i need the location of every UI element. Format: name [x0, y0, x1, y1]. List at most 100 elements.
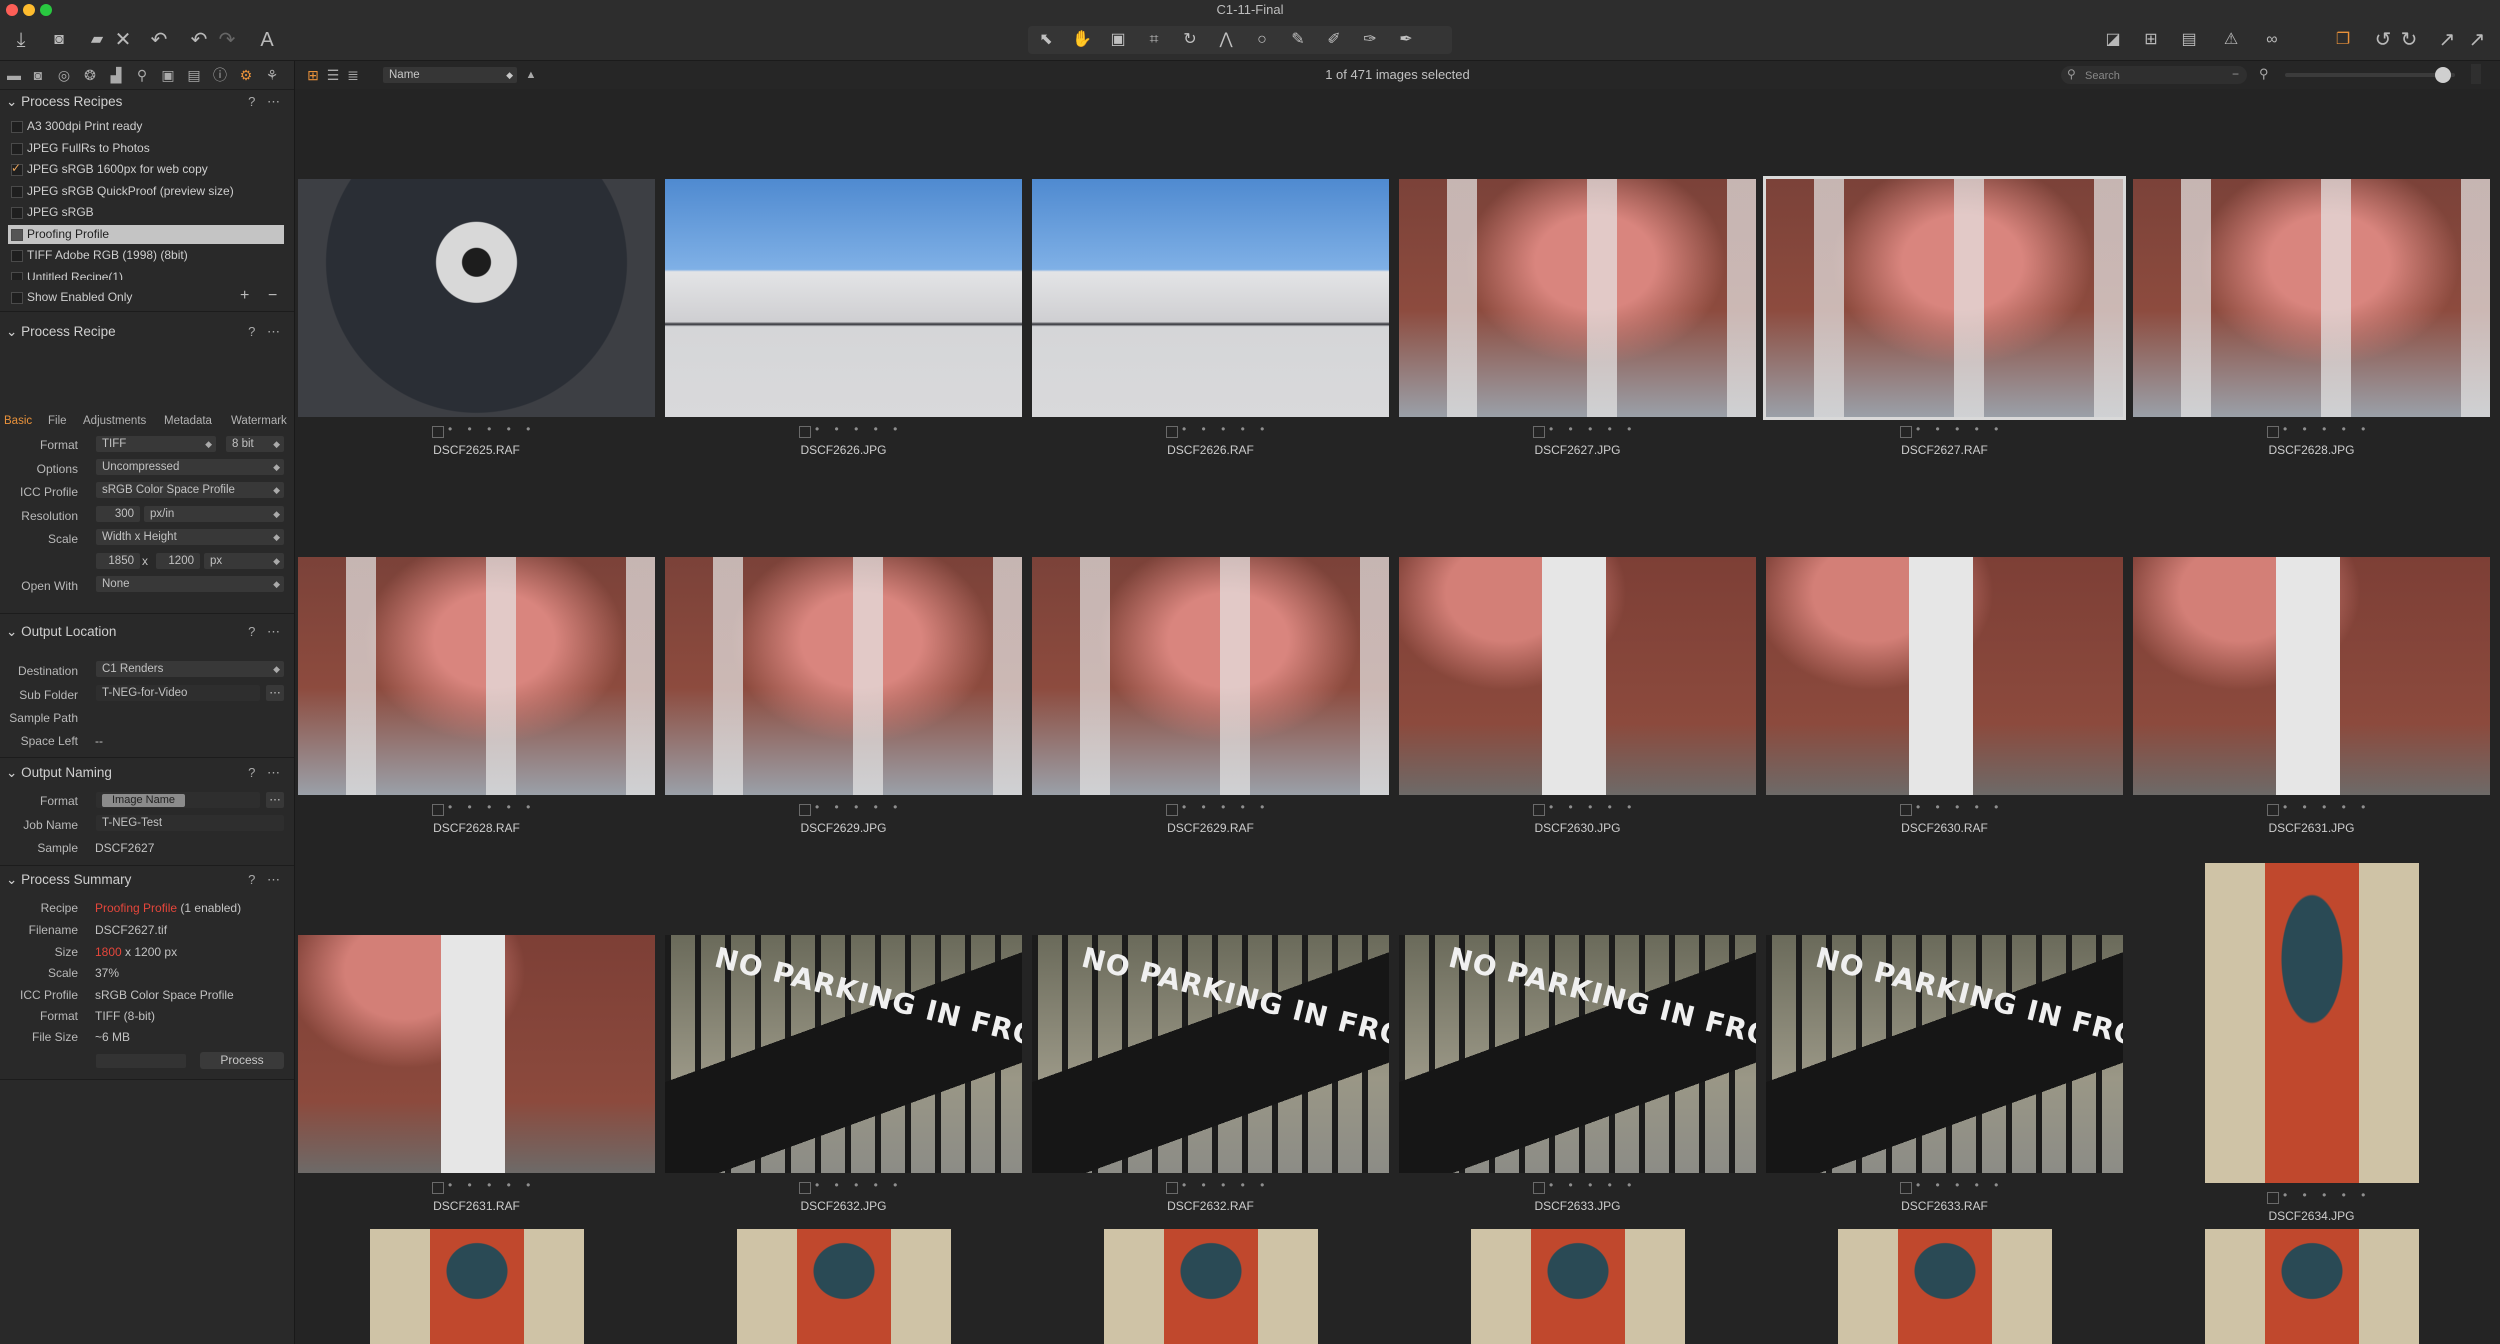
- star-rating[interactable]: • • • • •: [448, 800, 536, 814]
- recipe-checkbox[interactable]: [11, 271, 23, 280]
- glasses-icon[interactable]: ∞: [2256, 28, 2288, 52]
- reset-icon[interactable]: ↺: [2372, 28, 2394, 52]
- thumbnail-image[interactable]: [1032, 179, 1389, 417]
- icc-profile-select[interactable]: sRGB Color Space Profile ◆: [96, 482, 284, 498]
- output-naming-header[interactable]: ⌄ Output Naming ? ⋯: [0, 762, 294, 784]
- rotate-icon[interactable]: ↻: [1178, 28, 1202, 52]
- select-icon[interactable]: ⬉: [1034, 28, 1058, 52]
- thumbnail-image[interactable]: [2205, 863, 2419, 1183]
- star-rating[interactable]: • • • • •: [1182, 1178, 1270, 1192]
- exposure-warning-icon[interactable]: ◪: [2100, 28, 2126, 52]
- thumbnail[interactable]: [1766, 1229, 2123, 1344]
- recipe-item[interactable]: JPEG sRGB QuickProof (preview size): [8, 182, 284, 201]
- recipe-checkbox[interactable]: [11, 161, 23, 176]
- open-with-select[interactable]: None ◆: [96, 576, 284, 592]
- thumbnail[interactable]: • • • • • DSCF2634.JPG: [2133, 863, 2490, 1223]
- thumbnail-image[interactable]: NO PARKING IN FRONT OF THESE GATES →: [1032, 935, 1389, 1173]
- destination-select[interactable]: C1 Renders ◆: [96, 661, 284, 677]
- recipe-checkbox[interactable]: [11, 142, 23, 155]
- recipe-checkbox[interactable]: [11, 207, 23, 219]
- redo-icon[interactable]: ↷: [214, 28, 240, 52]
- recipe-item[interactable]: Proofing Profile: [8, 224, 284, 244]
- thumbnail-image[interactable]: [1471, 1229, 1685, 1344]
- pen-icon[interactable]: ✐: [1322, 28, 1346, 52]
- thumbnail[interactable]: • • • • • DSCF2626.JPG: [665, 179, 1022, 457]
- info-icon[interactable]: ⓘ: [210, 65, 230, 85]
- thumbnail-image[interactable]: NO PARKING IN FRONT OF THESE GATES →: [1399, 935, 1756, 1173]
- section-controls[interactable]: ? ⋯: [248, 765, 284, 781]
- section-controls[interactable]: ? ⋯: [248, 324, 284, 340]
- star-rating[interactable]: • • • • •: [448, 422, 536, 436]
- thumbnail-checkbox[interactable]: [1533, 426, 1545, 438]
- star-rating[interactable]: • • • • •: [1549, 800, 1637, 814]
- thumbnail-image[interactable]: [370, 1229, 584, 1344]
- recipe-item[interactable]: Untitled Recipe(1): [8, 268, 284, 280]
- scale-select[interactable]: Width x Height ◆: [96, 529, 284, 545]
- thumbnail[interactable]: NO PARKING IN FRONT OF THESE GATES → • • …: [1032, 935, 1389, 1213]
- warning-icon[interactable]: ⚠: [2218, 28, 2244, 52]
- star-rating[interactable]: • • • • •: [1916, 422, 2004, 436]
- remove-recipe-button[interactable]: −: [268, 287, 277, 305]
- resolution-unit-select[interactable]: px/in ◆: [144, 506, 284, 522]
- apply-icon[interactable]: ↗: [2436, 28, 2458, 52]
- thumbnail[interactable]: [2133, 1229, 2490, 1344]
- star-rating[interactable]: • • • • •: [815, 1178, 903, 1192]
- star-rating[interactable]: • • • • •: [2283, 422, 2371, 436]
- search-input[interactable]: [2083, 68, 2217, 84]
- thumbnail-checkbox[interactable]: [799, 426, 811, 438]
- undo-icon[interactable]: ↶: [146, 28, 172, 52]
- sort-select[interactable]: Name ◆: [383, 67, 517, 83]
- process-summary-header[interactable]: ⌄ Process Summary ? ⋯: [0, 869, 294, 891]
- thumbnail-size-knob[interactable]: [2435, 67, 2451, 83]
- star-rating[interactable]: • • • • •: [1916, 800, 2004, 814]
- picker-icon[interactable]: ✑: [1358, 28, 1382, 52]
- keystone-icon[interactable]: ⋀: [1214, 28, 1238, 52]
- open-folder-icon[interactable]: ▰: [84, 28, 110, 52]
- tab-watermark[interactable]: Watermark: [231, 415, 287, 427]
- thumbnail[interactable]: • • • • • DSCF2628.RAF: [298, 557, 655, 835]
- proof-icon[interactable]: ▤: [2176, 28, 2202, 52]
- recipe-checkbox[interactable]: [11, 228, 23, 241]
- star-rating[interactable]: • • • • •: [815, 800, 903, 814]
- star-rating[interactable]: • • • • •: [2283, 800, 2371, 814]
- thumbnail-checkbox[interactable]: [799, 804, 811, 816]
- undo-alt-icon[interactable]: ↶: [186, 28, 212, 52]
- tab-basic[interactable]: Basic: [4, 415, 32, 427]
- thumbnail-checkbox[interactable]: [1166, 804, 1178, 816]
- naming-more-button[interactable]: ⋯: [266, 792, 284, 808]
- brush-icon[interactable]: ✎: [1286, 28, 1310, 52]
- camera-icon[interactable]: ◙: [46, 28, 72, 52]
- star-rating[interactable]: • • • • •: [815, 422, 903, 436]
- output-location-header[interactable]: ⌄ Output Location ? ⋯: [0, 621, 294, 643]
- color-icon[interactable]: ❂: [80, 65, 100, 85]
- star-rating[interactable]: • • • • •: [1182, 422, 1270, 436]
- job-name-input[interactable]: T-NEG-Test: [96, 815, 284, 831]
- output-icon[interactable]: ⚙: [236, 65, 256, 85]
- copy-icon[interactable]: ❐: [2330, 28, 2356, 52]
- thumbnail[interactable]: [298, 1229, 655, 1344]
- thumbnail-checkbox[interactable]: [799, 1182, 811, 1194]
- recipe-item[interactable]: JPEG FullRs to Photos: [8, 139, 284, 158]
- thumbnail[interactable]: [1399, 1229, 1756, 1344]
- thumbnail-checkbox[interactable]: [1166, 426, 1178, 438]
- search-options-icon[interactable]: −: [2232, 67, 2239, 81]
- thumbnail[interactable]: • • • • • DSCF2627.JPG: [1399, 179, 1756, 457]
- process-recipe-header[interactable]: ⌄ Process Recipe ? ⋯: [0, 321, 294, 343]
- lens-icon[interactable]: ◎: [54, 65, 74, 85]
- show-enabled-checkbox[interactable]: [11, 292, 23, 304]
- thumbnail-image[interactable]: [1104, 1229, 1318, 1344]
- thumbnail-checkbox[interactable]: [2267, 804, 2279, 816]
- thumbnail[interactable]: NO PARKING IN FRONT OF THESE GATES → • • …: [665, 935, 1022, 1213]
- thumbnail-image[interactable]: [298, 179, 655, 417]
- recipe-item[interactable]: A3 300dpi Print ready: [8, 117, 284, 136]
- thumbnail[interactable]: • • • • • DSCF2629.RAF: [1032, 557, 1389, 835]
- thumbnail-image[interactable]: [2133, 179, 2490, 417]
- thumbnail-image[interactable]: [2133, 557, 2490, 795]
- naming-format-input[interactable]: Image Name: [96, 792, 260, 808]
- metadata-icon[interactable]: ▤: [184, 65, 204, 85]
- text-icon[interactable]: A: [254, 28, 280, 52]
- star-rating[interactable]: • • • • •: [448, 1178, 536, 1192]
- image-name-token[interactable]: Image Name: [102, 794, 185, 807]
- thumbnail-image[interactable]: [1032, 557, 1389, 795]
- thumbnail-image[interactable]: [298, 557, 655, 795]
